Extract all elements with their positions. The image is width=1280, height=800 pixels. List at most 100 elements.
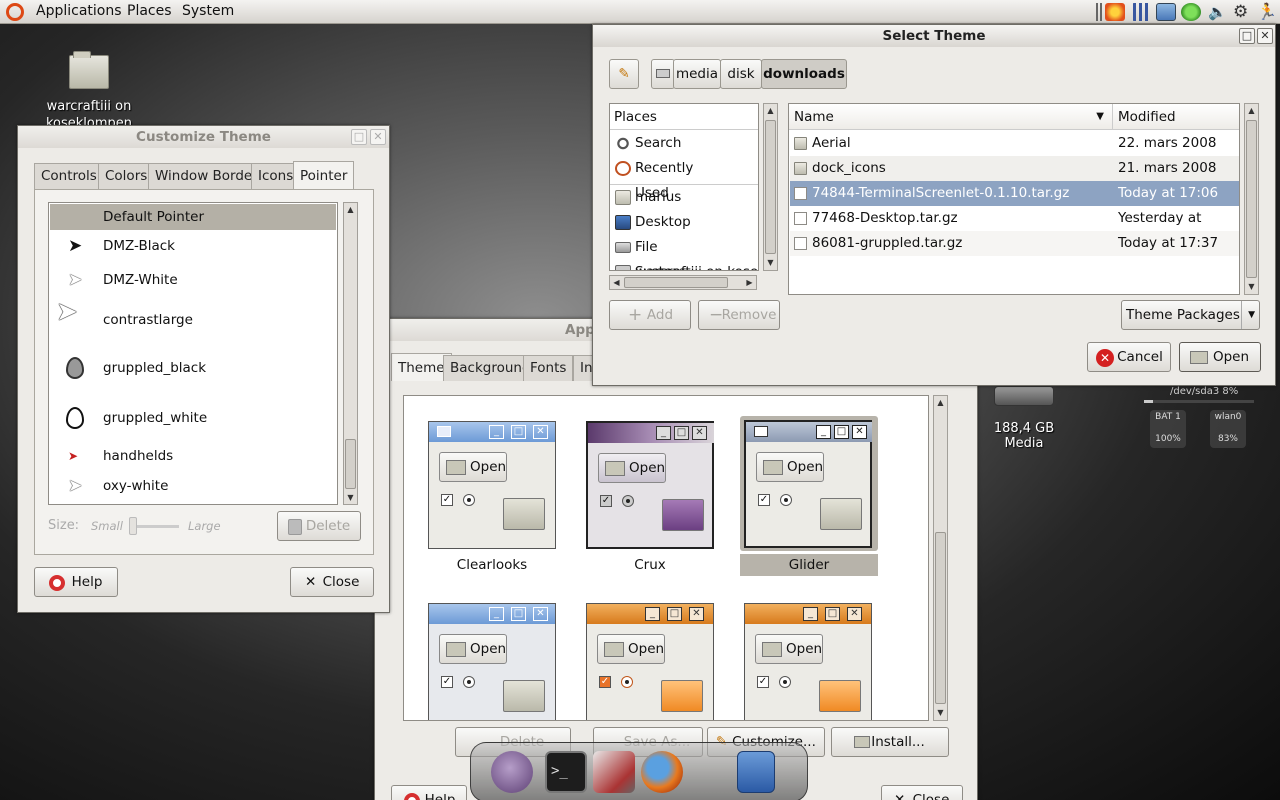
desktop-icon-media-label[interactable]: 188,4 GB Media [974, 421, 1074, 451]
scroll-thumb[interactable] [765, 120, 776, 254]
desktop-folder-icon[interactable] [69, 51, 109, 89]
appearance-close-button[interactable]: ✕ Close [881, 785, 963, 800]
documents-icon[interactable] [737, 751, 775, 793]
pointer-row-oxy-white[interactable]: ➤ oxy-white [50, 473, 336, 499]
column-header-name[interactable]: Name ▼ [789, 104, 1113, 130]
maximize-icon: □ [825, 607, 840, 621]
pointer-row-dmz-white[interactable]: ➤ DMZ-White [50, 267, 336, 293]
maximize-icon: □ [674, 426, 689, 440]
running-man-icon[interactable]: 🏃 [1257, 3, 1277, 21]
scroll-thumb[interactable] [1246, 120, 1257, 278]
pointer-row-default[interactable]: Default Pointer [50, 204, 336, 230]
ubuntu-logo-icon[interactable] [6, 3, 24, 21]
places-hscrollbar[interactable]: ◀ ▶ [609, 275, 757, 290]
tab-colors[interactable]: Colors [98, 163, 155, 189]
cancel-icon: ✕ [1096, 349, 1114, 367]
scroll-up-icon[interactable]: ▲ [934, 396, 947, 409]
menu-applications[interactable]: Applications [36, 0, 122, 24]
scroll-thumb[interactable] [935, 532, 946, 704]
tab-fonts[interactable]: Fonts [523, 355, 574, 381]
close-icon[interactable]: ✕ [1257, 28, 1273, 44]
close-icon[interactable]: ✕ [370, 129, 386, 145]
scroll-down-icon[interactable]: ▼ [764, 256, 777, 269]
status-green-icon[interactable] [1181, 3, 1201, 21]
column-header-modified[interactable]: Modified [1113, 104, 1239, 130]
theme-card-clearlooks[interactable]: _ □ ✕ Open ✓ [428, 421, 556, 549]
scroll-up-icon[interactable]: ▲ [764, 104, 777, 117]
pidgin-icon[interactable] [491, 751, 533, 793]
tab-controls[interactable]: Controls [34, 163, 104, 189]
places-scrollbar[interactable]: ▲ ▼ [763, 103, 778, 271]
file-row-terminalscreenlet[interactable]: 74844-TerminalScreenlet-0.1.10.tar.gz Tod… [790, 181, 1239, 206]
cancel-button[interactable]: ✕ Cancel [1087, 342, 1171, 372]
appearance-help-button[interactable]: Help [391, 785, 467, 800]
file-row-desktop-tar[interactable]: 77468-Desktop.tar.gzYesterday at 21:16 [790, 206, 1239, 251]
settings-gear-icon[interactable]: ⚙ [1233, 3, 1253, 21]
separator-handle-icon [1096, 3, 1102, 21]
size-slider-handle[interactable] [129, 517, 137, 535]
scroll-up-icon[interactable]: ▲ [1245, 104, 1258, 117]
firefox-icon[interactable] [641, 751, 683, 793]
theme-label-crux[interactable]: Crux [581, 554, 719, 576]
file-row-aerial[interactable]: Aerial 22. mars 2008 [790, 131, 1239, 156]
menu-system[interactable]: System [182, 0, 234, 24]
pointer-row-gruppled-white[interactable]: gruppled_white [50, 405, 336, 431]
theme-gallery-scrollbar[interactable]: ▲ ▼ [933, 395, 948, 721]
pointer-list-scrollbar[interactable]: ▲ ▼ [343, 202, 358, 505]
customize-theme-title[interactable]: Customize Theme [18, 126, 389, 148]
pointer-row-gruppled-black[interactable]: gruppled_black [50, 355, 336, 381]
file-row-gruppled-tar[interactable]: 86081-gruppled.tar.gz Today at 17:37 [790, 231, 1239, 256]
add-bookmark-button[interactable]: + Add [609, 300, 691, 330]
update-notifier-icon[interactable] [1105, 3, 1125, 21]
pointer-row-contrastlarge[interactable]: ➤ contrastlarge [50, 299, 336, 333]
theme-card-crux[interactable]: _ □ ✕ Open ✓ [586, 421, 714, 549]
theme-card-row2-1[interactable]: _ □ ✕ Open ✓ [428, 603, 556, 720]
maximize-icon[interactable]: □ [1239, 28, 1255, 44]
path-crumb-downloads[interactable]: downloads [761, 59, 847, 89]
scroll-right-icon[interactable]: ▶ [743, 276, 756, 289]
drive-icon[interactable] [994, 386, 1054, 406]
maximize-icon: □ [667, 607, 682, 621]
theme-card-row2-3[interactable]: _ □ ✕ Open ✓ [744, 603, 872, 720]
path-crumb-disk[interactable]: disk [720, 59, 762, 89]
scroll-thumb[interactable] [624, 277, 728, 288]
laptop-icon[interactable] [1156, 3, 1176, 21]
path-crumb-media[interactable]: media [673, 59, 721, 89]
theme-label-glider[interactable]: Glider [740, 554, 878, 576]
scroll-thumb[interactable] [345, 439, 356, 489]
theme-card-glider[interactable]: _ □ ✕ Open ✓ [744, 420, 872, 548]
file-row-dock-icons[interactable]: dock_icons 21. mars 2008 [790, 156, 1239, 181]
customize-close-button[interactable]: ✕ Close [290, 567, 374, 597]
type-location-button[interactable]: ✎ [609, 59, 639, 89]
scroll-down-icon[interactable]: ▼ [1245, 280, 1258, 293]
terminal-icon[interactable]: >_ [545, 751, 587, 793]
file-filter-select[interactable]: Theme Packages ▼ [1121, 300, 1260, 330]
help-lifebuoy-icon [404, 793, 420, 800]
pointer-row-dmz-black[interactable]: ➤ DMZ-Black [50, 233, 336, 259]
theme-card-row2-2[interactable]: _ □ ✕ Open ✓ [586, 603, 714, 720]
maximize-icon[interactable]: □ [351, 129, 367, 145]
select-theme-title[interactable]: Select Theme [593, 25, 1275, 47]
remove-bookmark-button[interactable]: − Remove [698, 300, 780, 330]
tab-window-border[interactable]: Window Border [148, 163, 265, 189]
scroll-up-icon[interactable]: ▲ [344, 203, 357, 216]
file-icon [794, 237, 807, 250]
volume-icon[interactable]: 🔈 [1208, 3, 1228, 21]
delete-pointer-button[interactable]: Delete [277, 511, 361, 541]
network-signal-icon[interactable] [1131, 3, 1151, 21]
places-header[interactable]: Places [610, 104, 758, 130]
tab-pointer[interactable]: Pointer [293, 161, 355, 189]
pointer-row-handhelds[interactable]: ➤ handhelds [50, 443, 336, 469]
theme-label-clearlooks[interactable]: Clearlooks [423, 554, 561, 576]
minus-icon: − [709, 305, 724, 325]
scroll-left-icon[interactable]: ◀ [610, 276, 623, 289]
scroll-down-icon[interactable]: ▼ [344, 491, 357, 504]
path-root-drive-button[interactable] [651, 59, 675, 89]
scroll-down-icon[interactable]: ▼ [934, 706, 947, 719]
menu-places[interactable]: Places [127, 0, 172, 24]
install-button[interactable]: Install... [831, 727, 949, 757]
open-button[interactable]: Open [1179, 342, 1261, 372]
file-list-scrollbar[interactable]: ▲ ▼ [1244, 103, 1259, 295]
package-manager-icon[interactable] [593, 751, 635, 793]
customize-help-button[interactable]: Help [34, 567, 118, 597]
